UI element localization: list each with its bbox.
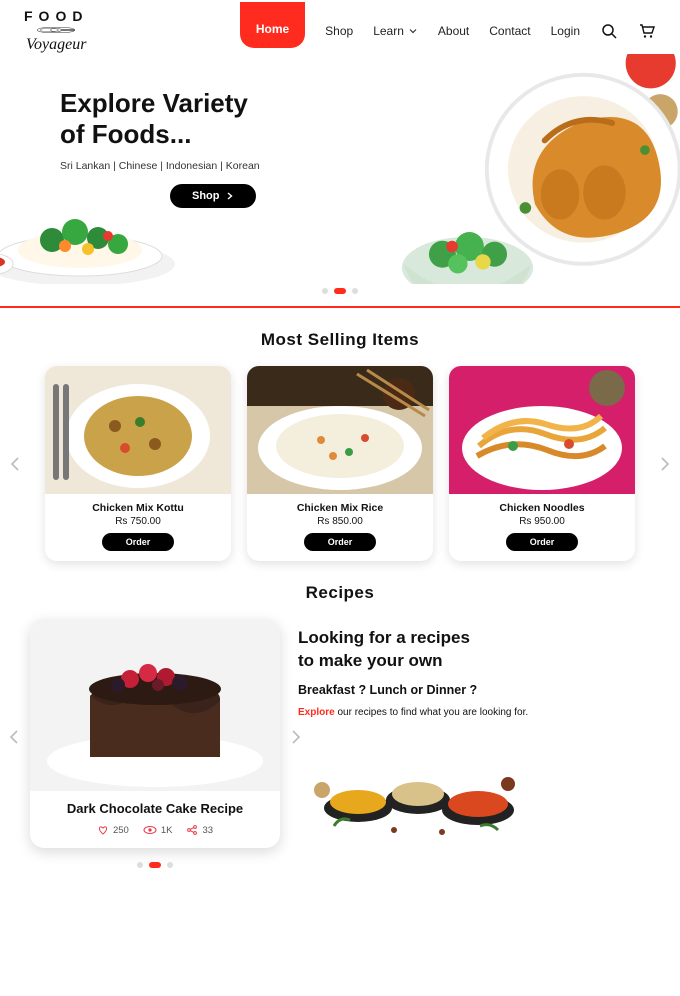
recipes-heading-line2: to make your own bbox=[298, 651, 443, 670]
hero-food-plate-left-illustration bbox=[0, 174, 180, 284]
recipes-title: Recipes bbox=[0, 583, 680, 603]
shop-button[interactable]: Shop bbox=[170, 184, 256, 208]
recipe-card[interactable]: Dark Chocolate Cake Recipe 250 1K 33 bbox=[30, 619, 280, 848]
recipes-subheading: Breakfast ? Lunch or Dinner ? bbox=[298, 683, 650, 697]
recipe-shares: 33 bbox=[186, 824, 213, 836]
recipes-description: Explore our recipes to find what you are… bbox=[298, 707, 650, 718]
views-count: 1K bbox=[161, 825, 173, 836]
heart-icon bbox=[97, 824, 109, 836]
recipe-next-arrow[interactable] bbox=[290, 729, 302, 745]
product-card[interactable]: Chicken Mix Kottu Rs 750.00 Order bbox=[45, 366, 231, 561]
products-prev-arrow[interactable] bbox=[4, 453, 26, 475]
hero-dot-2[interactable] bbox=[352, 288, 358, 294]
hero-title-line1: Explore Variety bbox=[60, 88, 248, 118]
order-button[interactable]: Order bbox=[102, 533, 175, 551]
header: FOOD Voyageur Home Shop Learn About Cont… bbox=[0, 0, 680, 54]
product-card[interactable]: Chicken Mix Rice Rs 850.00 Order bbox=[247, 366, 433, 561]
hero-dot-1[interactable] bbox=[334, 288, 346, 294]
order-button[interactable]: Order bbox=[506, 533, 579, 551]
recipe-stats: 250 1K 33 bbox=[40, 824, 270, 836]
hero-food-chicken-illustration bbox=[390, 54, 680, 284]
nav: Home Shop Learn About Contact Login bbox=[240, 14, 656, 48]
hero-carousel-dots bbox=[0, 284, 680, 302]
recipe-dot-0[interactable] bbox=[137, 862, 143, 868]
product-name: Chicken Mix Kottu bbox=[51, 502, 225, 514]
recipe-name: Dark Chocolate Cake Recipe bbox=[40, 801, 270, 816]
nav-shop[interactable]: Shop bbox=[325, 24, 353, 38]
most-selling-title: Most Selling Items bbox=[0, 330, 680, 350]
chevron-right-icon bbox=[226, 192, 234, 200]
recipes-promo: Looking for a recipes to make your own B… bbox=[298, 619, 650, 840]
product-image-kottu bbox=[45, 366, 231, 494]
recipes-heading-line1: Looking for a recipes bbox=[298, 628, 470, 647]
spices-illustration bbox=[298, 730, 538, 840]
recipe-dot-1[interactable] bbox=[149, 862, 161, 868]
nav-learn[interactable]: Learn bbox=[373, 24, 418, 38]
nav-login[interactable]: Login bbox=[551, 24, 580, 38]
product-price: Rs 850.00 bbox=[253, 516, 427, 527]
eye-icon bbox=[143, 824, 157, 836]
shop-button-label: Shop bbox=[192, 190, 220, 202]
logo-text-top: FOOD bbox=[24, 8, 88, 24]
logo[interactable]: FOOD Voyageur bbox=[24, 8, 88, 54]
products-carousel: Chicken Mix Kottu Rs 750.00 Order bbox=[0, 366, 680, 561]
product-image-rice bbox=[247, 366, 433, 494]
cart-icon[interactable] bbox=[638, 22, 656, 40]
product-image-noodles bbox=[449, 366, 635, 494]
recipes-heading: Looking for a recipes to make your own bbox=[298, 627, 650, 673]
whisk-icon bbox=[36, 26, 76, 34]
chevron-down-icon bbox=[408, 26, 418, 36]
recipes-desc-rest: our recipes to find what you are looking… bbox=[335, 707, 528, 718]
hero-dot-0[interactable] bbox=[322, 288, 328, 294]
recipe-likes: 250 bbox=[97, 824, 129, 836]
recipes-section: Dark Chocolate Cake Recipe 250 1K 33 bbox=[0, 619, 680, 906]
nav-learn-label: Learn bbox=[373, 24, 404, 38]
shares-count: 33 bbox=[202, 825, 213, 836]
share-icon bbox=[186, 824, 198, 836]
recipe-dot-2[interactable] bbox=[167, 862, 173, 868]
recipe-views: 1K bbox=[143, 824, 173, 836]
recipe-image-cake bbox=[30, 619, 280, 791]
order-button[interactable]: Order bbox=[304, 533, 377, 551]
likes-count: 250 bbox=[113, 825, 129, 836]
product-price: Rs 750.00 bbox=[51, 516, 225, 527]
explore-link[interactable]: Explore bbox=[298, 707, 335, 718]
recipe-prev-arrow[interactable] bbox=[8, 729, 20, 745]
product-card[interactable]: Chicken Noodles Rs 950.00 Order bbox=[449, 366, 635, 561]
logo-text-bottom: Voyageur bbox=[26, 36, 86, 54]
hero: Explore Variety of Foods... Sri Lankan |… bbox=[0, 54, 680, 284]
product-name: Chicken Mix Rice bbox=[253, 502, 427, 514]
nav-home[interactable]: Home bbox=[240, 2, 305, 48]
section-divider bbox=[0, 306, 680, 308]
products-next-arrow[interactable] bbox=[654, 453, 676, 475]
hero-title-line2: of Foods... bbox=[60, 119, 191, 149]
nav-contact[interactable]: Contact bbox=[489, 24, 530, 38]
product-price: Rs 950.00 bbox=[455, 516, 629, 527]
recipe-carousel-dots bbox=[30, 858, 280, 876]
product-name: Chicken Noodles bbox=[455, 502, 629, 514]
nav-about[interactable]: About bbox=[438, 24, 469, 38]
search-icon[interactable] bbox=[600, 22, 618, 40]
